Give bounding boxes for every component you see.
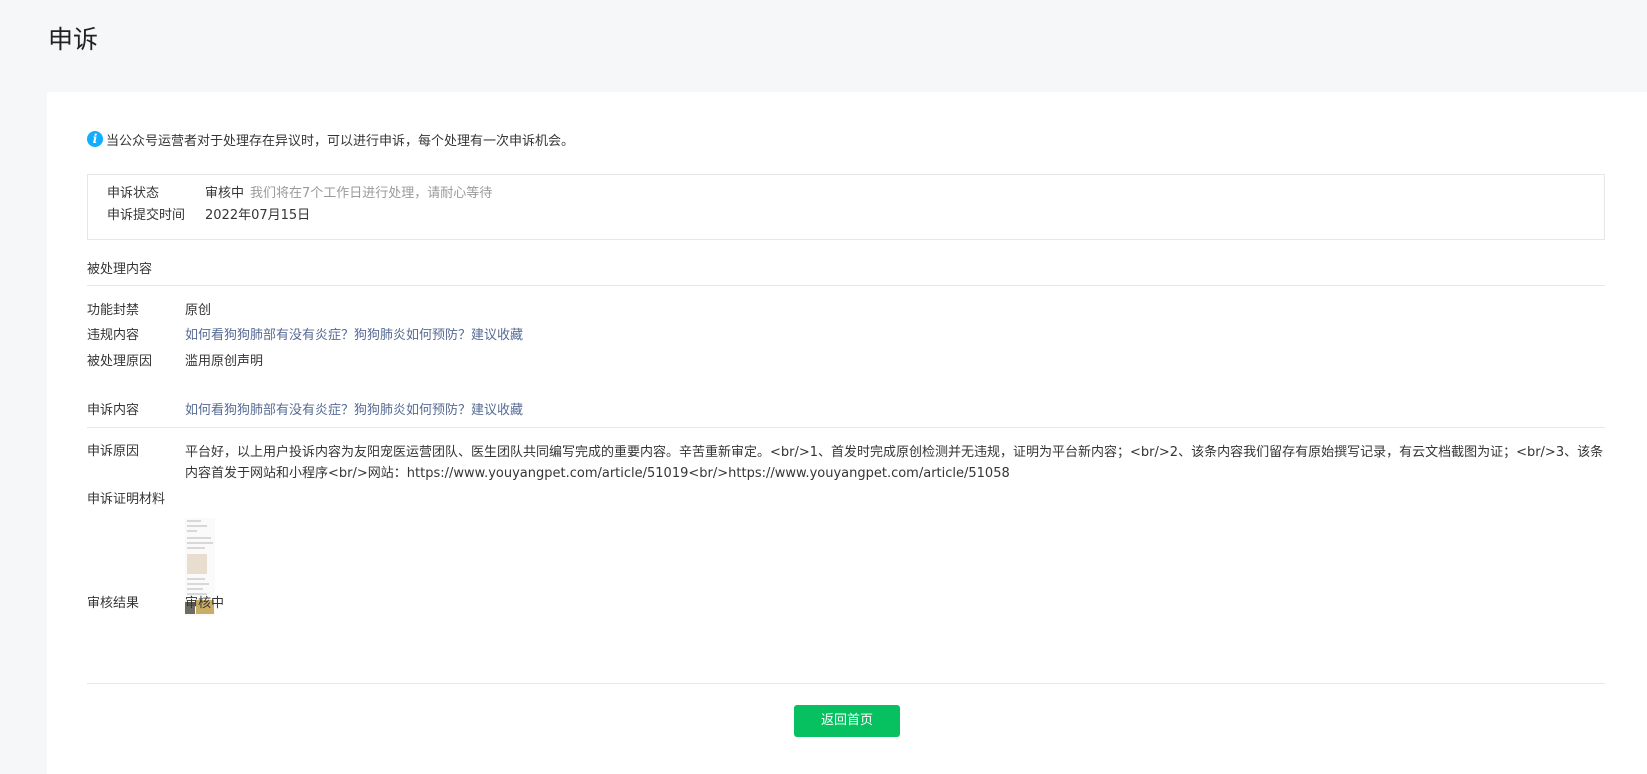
appeal-reason-label: 申诉原因 (87, 444, 140, 459)
info-icon: i (87, 131, 103, 147)
processed-reason-row: 被处理原因 滥用原创声明 (87, 352, 263, 372)
ban-value: 原创 (185, 303, 212, 318)
processed-divider (87, 285, 1605, 286)
submit-time-row: 申诉提交时间 2022年07月15日 (107, 205, 310, 227)
appeal-reason-row: 申诉原因 平台好，以上用户投诉内容为友阳宠医运营团队、医生团队共同编写完成的重要… (87, 442, 1605, 484)
appeal-content-label: 申诉内容 (87, 403, 140, 418)
processed-reason-value: 滥用原创声明 (185, 354, 264, 369)
evidence-row: 申诉证明材料 (87, 490, 185, 510)
appeal-status-label: 申诉状态 (107, 186, 160, 201)
appeal-status-value: 审核中 (205, 186, 245, 201)
appeal-status-box: 申诉状态 审核中 我们将在7个工作日进行处理，请耐心等待 申诉提交时间 2022年07… (87, 174, 1605, 240)
appeal-article-link[interactable]: 如何看狗狗肺部有没有炎症？狗狗肺炎如何预防？建议收藏 (185, 401, 523, 421)
evidence-label: 申诉证明材料 (87, 492, 166, 507)
footer-divider (87, 683, 1605, 684)
violation-article-link[interactable]: 如何看狗狗肺部有没有炎症？狗狗肺炎如何预防？建议收藏 (185, 326, 523, 346)
appeal-content-row: 申诉内容 如何看狗狗肺部有没有炎症？狗狗肺炎如何预防？建议收藏 (87, 401, 523, 421)
notice-text: 当公众号运营者对于处理存在异议时，可以进行申诉，每个处理有一次申诉机会。 (106, 133, 575, 149)
processed-reason-label: 被处理原因 (87, 354, 153, 369)
submit-time-value: 2022年07月15日 (205, 208, 311, 223)
violation-row: 违规内容 如何看狗狗肺部有没有炎症？狗狗肺炎如何预防？建议收藏 (87, 326, 523, 346)
return-home-button[interactable]: 返回首页 (794, 705, 900, 737)
review-result-value: 审核中 (185, 596, 225, 611)
processed-section-title: 被处理内容 (87, 262, 153, 277)
submit-time-label: 申诉提交时间 (107, 208, 186, 223)
review-result-row: 审核结果 审核中 (87, 594, 224, 614)
appeal-reason-text: 平台好，以上用户投诉内容为友阳宠医运营团队、医生团队共同编写完成的重要内容。辛苦… (185, 445, 1604, 481)
appeal-divider (87, 427, 1605, 428)
page-title: 申诉 (48, 25, 99, 54)
appeal-status-row: 申诉状态 审核中 我们将在7个工作日进行处理，请耐心等待 (107, 183, 492, 205)
ban-label: 功能封禁 (87, 303, 140, 318)
appeal-status-tip: 我们将在7个工作日进行处理，请耐心等待 (250, 186, 493, 201)
appeal-detail-card: i 当公众号运营者对于处理存在异议时，可以进行申诉，每个处理有一次申诉机会。 申… (47, 92, 1647, 774)
ban-row: 功能封禁 原创 (87, 301, 211, 321)
review-result-label: 审核结果 (87, 596, 140, 611)
violation-label: 违规内容 (87, 328, 140, 343)
appeal-notice: i 当公众号运营者对于处理存在异议时，可以进行申诉，每个处理有一次申诉机会。 (87, 129, 574, 149)
